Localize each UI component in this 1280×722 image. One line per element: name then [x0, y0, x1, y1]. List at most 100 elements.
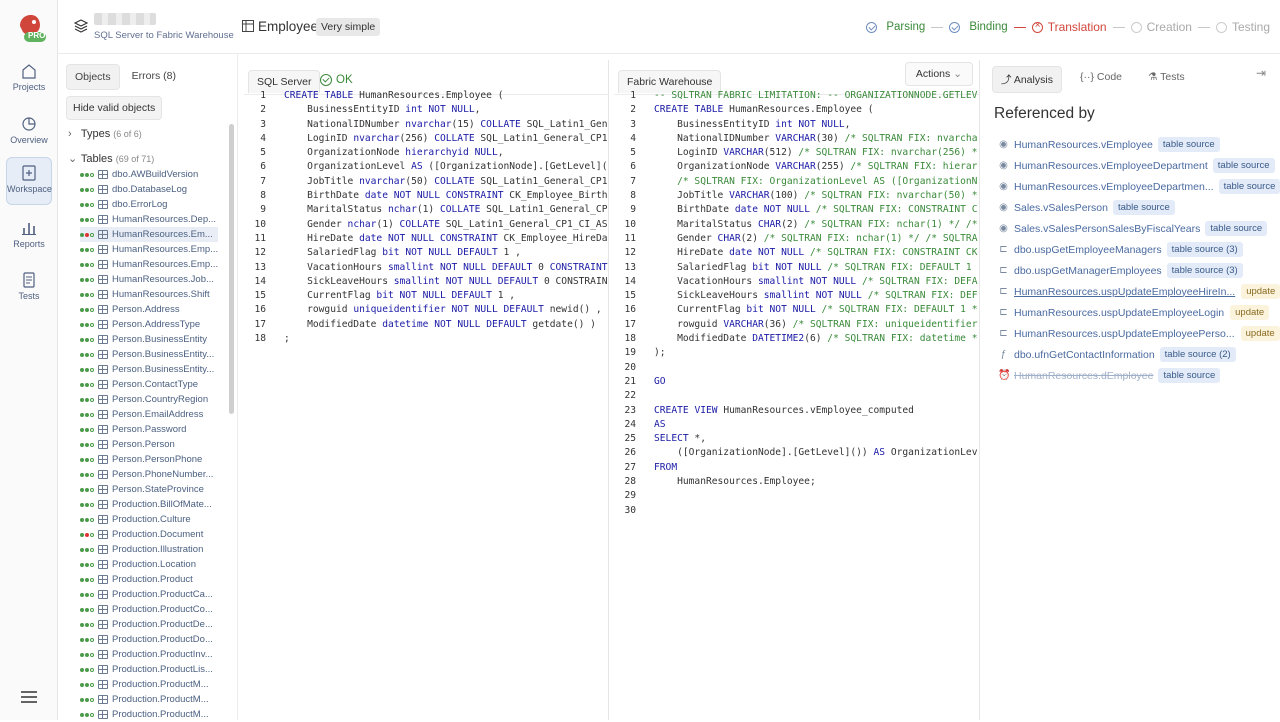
- tab-tests[interactable]: ⚗ Tests: [1140, 66, 1193, 93]
- reference-name[interactable]: HumanResources.dEmployee: [1014, 370, 1153, 382]
- table-list-item[interactable]: HumanResources.Shift: [80, 287, 218, 302]
- nav-workspace[interactable]: Workspace: [6, 157, 52, 205]
- table-list-item[interactable]: dbo.AWBuildVersion: [80, 167, 218, 182]
- line-number: 15: [624, 290, 636, 302]
- table-list-item[interactable]: Production.ProductCa...: [80, 587, 218, 602]
- table-list-item[interactable]: Production.Document: [80, 527, 218, 542]
- objects-scrollbar[interactable]: [229, 124, 234, 414]
- reference-item[interactable]: ◉ HumanResources.vEmployeeDepartment table…: [998, 155, 1280, 176]
- reference-name[interactable]: HumanResources.vEmployee: [1014, 139, 1153, 151]
- status-ok: OK: [320, 74, 353, 86]
- table-list-item[interactable]: Person.Address: [80, 302, 218, 317]
- code-line: 2 CREATE TABLE HumanResources.Employee (: [614, 103, 978, 117]
- reference-item[interactable]: ⊏ dbo.uspGetEmployeeManagers table source …: [998, 239, 1280, 260]
- table-list-item[interactable]: Person.StateProvince: [80, 482, 218, 497]
- procedure-icon: ⊏: [999, 265, 1008, 276]
- table-list-item[interactable]: Production.BillOfMate...: [80, 497, 218, 512]
- table-list-item[interactable]: Production.Location: [80, 557, 218, 572]
- hide-valid-objects-button[interactable]: Hide valid objects: [66, 96, 163, 120]
- target-code-editor[interactable]: 1 -- SQLTRAN FABRIC LIMITATION: -- ORGANI…: [614, 89, 978, 518]
- table-list-item-label: HumanResources.Shift: [112, 289, 210, 300]
- reference-name[interactable]: HumanResources.uspUpdateEmployeeLogin: [1014, 307, 1224, 319]
- reference-item[interactable]: ƒ dbo.ufnGetContactInformation table sourc…: [998, 344, 1280, 365]
- tree-node-tables[interactable]: ⌄ Tables (69 of 71): [68, 152, 154, 165]
- table-list-item[interactable]: HumanResources.Emp...: [80, 242, 218, 257]
- table-list-item[interactable]: Production.Culture: [80, 512, 218, 527]
- status-dots-icon: [80, 532, 94, 537]
- reference-name[interactable]: Sales.vSalesPersonSalesByFiscalYears: [1014, 223, 1200, 235]
- table-list-item[interactable]: HumanResources.Em...: [80, 227, 218, 242]
- table-list-item[interactable]: Person.Person: [80, 437, 218, 452]
- table-list-item[interactable]: Person.ContactType: [80, 377, 218, 392]
- table-list-item[interactable]: Production.ProductCo...: [80, 602, 218, 617]
- reference-item[interactable]: ◉ HumanResources.vEmployee table source: [998, 134, 1280, 155]
- reference-name[interactable]: dbo.uspGetManagerEmployees: [1014, 265, 1162, 277]
- source-code-editor[interactable]: 1 CREATE TABLE HumanResources.Employee (2…: [244, 89, 608, 346]
- reference-name[interactable]: HumanResources.vEmployeeDepartment: [1014, 160, 1208, 172]
- table-list-item[interactable]: HumanResources.Dep...: [80, 212, 218, 227]
- table-list-item[interactable]: Production.ProductDo...: [80, 632, 218, 647]
- reference-item[interactable]: ⊏ HumanResources.uspUpdateEmployeePerso..…: [998, 323, 1280, 344]
- table-list-item[interactable]: Production.ProductInv...: [80, 647, 218, 662]
- step-testing[interactable]: Testing: [1215, 20, 1270, 34]
- reference-item[interactable]: ◉ Sales.vSalesPerson table source: [998, 197, 1280, 218]
- tab-errors[interactable]: Errors (8): [124, 64, 184, 90]
- table-list-item[interactable]: dbo.ErrorLog: [80, 197, 218, 212]
- table-list-item[interactable]: Production.Illustration: [80, 542, 218, 557]
- table-list-item[interactable]: Person.PersonPhone: [80, 452, 218, 467]
- table-list-item[interactable]: Production.ProductLis...: [80, 662, 218, 677]
- reference-name[interactable]: dbo.uspGetEmployeeManagers: [1014, 244, 1162, 256]
- reference-item[interactable]: ⏰ HumanResources.dEmployee table source: [998, 365, 1280, 386]
- nav-overview[interactable]: Overview: [6, 109, 52, 155]
- table-list-item[interactable]: Person.PhoneNumber...: [80, 467, 218, 482]
- table-list-item[interactable]: Person.Password: [80, 422, 218, 437]
- table-list-item[interactable]: Production.Product: [80, 572, 218, 587]
- reference-name[interactable]: HumanResources.uspUpdateEmployeePerso...: [1014, 328, 1235, 340]
- status-dots-icon: [80, 337, 94, 342]
- code-line: 14 SickLeaveHours smallint NOT NULL DEFA…: [244, 275, 607, 289]
- code-text: JobTitle nvarchar(50) COLLATE SQL_Latin1…: [284, 175, 608, 187]
- table-list-item[interactable]: dbo.DatabaseLog: [80, 182, 218, 197]
- table-list-item[interactable]: Production.ProductM...: [80, 692, 218, 707]
- table-list-item[interactable]: Production.ProductM...: [80, 677, 218, 692]
- step-translation[interactable]: Translation: [1031, 20, 1107, 34]
- table-list-item[interactable]: Person.BusinessEntity...: [80, 362, 218, 377]
- reference-name[interactable]: Sales.vSalesPerson: [1014, 202, 1108, 214]
- table-list-item[interactable]: Person.BusinessEntity...: [80, 347, 218, 362]
- reference-item[interactable]: ◉ Sales.vSalesPersonSalesByFiscalYears tab…: [998, 218, 1280, 239]
- status-dots-icon: [80, 622, 94, 627]
- tab-code[interactable]: {··} Code: [1072, 66, 1130, 93]
- tab-analysis[interactable]: ⤴ Analysis: [992, 66, 1062, 93]
- app-logo[interactable]: PRO: [14, 12, 50, 44]
- table-list-item[interactable]: Person.EmailAddress: [80, 407, 218, 422]
- table-list-item[interactable]: HumanResources.Job...: [80, 272, 218, 287]
- nav-tests[interactable]: Tests: [6, 265, 52, 311]
- line-number: 13: [624, 261, 636, 273]
- menu-icon[interactable]: [20, 690, 38, 704]
- reference-name[interactable]: HumanResources.vEmployeeDepartmen...: [1014, 181, 1214, 193]
- status-dots-icon: [80, 307, 94, 312]
- step-parsing[interactable]: Parsing: [866, 21, 925, 33]
- reference-item[interactable]: ⊏ HumanResources.uspUpdateEmployeeLogin up…: [998, 302, 1280, 323]
- table-list-item[interactable]: Person.CountryRegion: [80, 392, 218, 407]
- tab-objects[interactable]: Objects: [66, 64, 120, 90]
- table-list-item[interactable]: HumanResources.Emp...: [80, 257, 218, 272]
- actions-dropdown[interactable]: Actions ⌄: [904, 62, 973, 86]
- table-list-item[interactable]: Production.ProductDe...: [80, 617, 218, 632]
- reference-item[interactable]: ⊏ dbo.uspGetManagerEmployees table source …: [998, 260, 1280, 281]
- reference-item[interactable]: ⊏ HumanResources.uspUpdateEmployeeHireIn.…: [998, 281, 1280, 302]
- reference-name[interactable]: dbo.ufnGetContactInformation: [1014, 349, 1155, 361]
- collapse-panel-icon[interactable]: ⇥: [1256, 66, 1266, 80]
- nav-projects[interactable]: Projects: [6, 56, 52, 102]
- pending-circle-icon: [1215, 21, 1227, 33]
- table-list-item[interactable]: Person.AddressType: [80, 317, 218, 332]
- nav-reports[interactable]: Reports: [6, 213, 52, 259]
- tree-node-types[interactable]: › Types (6 of 6): [68, 128, 142, 140]
- code-text: ;: [284, 333, 290, 345]
- line-number: 16: [624, 304, 636, 316]
- reference-name[interactable]: HumanResources.uspUpdateEmployeeHireIn..…: [1014, 286, 1235, 298]
- step-binding[interactable]: Binding: [949, 21, 1008, 33]
- table-list-item[interactable]: Person.BusinessEntity: [80, 332, 218, 347]
- step-creation[interactable]: Creation: [1130, 20, 1192, 34]
- reference-item[interactable]: ◉ HumanResources.vEmployeeDepartmen... tab…: [998, 176, 1280, 197]
